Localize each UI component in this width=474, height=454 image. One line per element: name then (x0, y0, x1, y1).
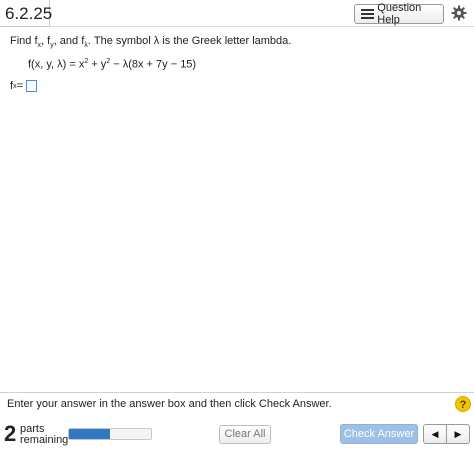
remaining-word: remaining (20, 434, 69, 446)
prompt-text: Find f (10, 35, 38, 47)
answer-equals: = (16, 80, 23, 92)
question-number-box: 6.2.25 (0, 0, 53, 27)
answer-row-fx: fx = (10, 80, 37, 92)
parts-remaining-label: parts remaining (20, 424, 68, 446)
question-nav: ◀ ▶ (423, 424, 470, 444)
next-arrow-icon[interactable]: ▶ (446, 425, 469, 443)
function-formula: f(x, y, λ) = x2 + y2 − λ(8x + 7y − 15) (28, 58, 196, 71)
question-number: 6.2.25 (5, 4, 53, 23)
clear-all-button[interactable]: Clear All (219, 425, 271, 444)
header-divider (50, 26, 474, 27)
list-icon (361, 9, 374, 19)
question-help-button[interactable]: Question Help (354, 2, 444, 26)
question-help-label: Question Help (377, 2, 422, 26)
header-bar: 6.2.25 Question Help (0, 0, 474, 30)
formula-part: + y (88, 58, 107, 71)
answer-input-fx[interactable] (26, 80, 37, 92)
parts-remaining-count: 2 (4, 421, 17, 446)
formula-part: − λ(8x + 7y − 15) (110, 58, 197, 71)
help-icon[interactable]: ? (455, 396, 471, 412)
gear-icon[interactable] (451, 5, 467, 21)
footer-divider (0, 392, 474, 393)
question-content: Find fx, fy, and fλ. The symbol λ is the… (10, 34, 470, 92)
prompt-text: , f (41, 35, 51, 47)
prompt-text: . The symbol λ is the Greek letter lambd… (87, 35, 292, 47)
prompt-text: , and f (53, 35, 85, 47)
check-answer-button[interactable]: Check Answer (340, 424, 418, 444)
progress-fill (69, 429, 110, 439)
formula-part: f(x, y, λ) = x (28, 58, 85, 71)
instruction-text: Enter your answer in the answer box and … (7, 398, 332, 410)
question-prompt: Find fx, fy, and fλ. The symbol λ is the… (10, 34, 470, 53)
prev-arrow-icon[interactable]: ◀ (424, 425, 446, 443)
parts-progress-bar (68, 428, 152, 440)
